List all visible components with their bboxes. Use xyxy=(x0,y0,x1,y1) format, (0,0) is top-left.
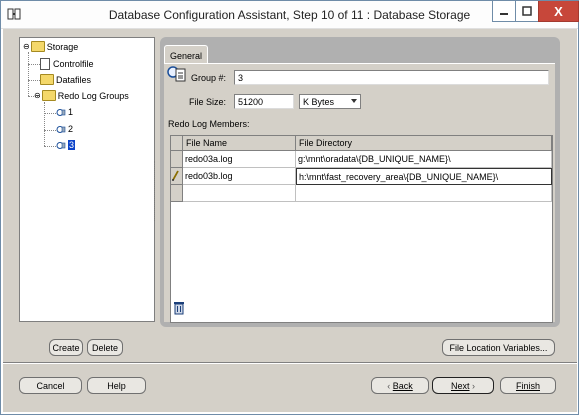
column-header-file-directory[interactable]: File Directory xyxy=(296,136,552,151)
tree-node-group-3[interactable]: 3 xyxy=(56,140,76,150)
create-button[interactable]: Create xyxy=(49,339,83,356)
row-header[interactable] xyxy=(171,151,183,168)
back-arrow-icon: ‹ xyxy=(387,381,391,391)
tree-connector xyxy=(28,52,29,96)
dialog-content: ⊖ Storage Controlfile Datafiles ⊖ Redo L… xyxy=(3,29,577,412)
tree-node-label: 2 xyxy=(68,124,74,134)
maximize-icon xyxy=(522,6,532,16)
file-size-field[interactable]: 51200 xyxy=(234,94,294,109)
collapse-icon[interactable]: ⊖ xyxy=(23,42,30,51)
folder-icon xyxy=(41,90,56,101)
row-header[interactable] xyxy=(171,185,183,202)
tree-connector xyxy=(44,130,56,131)
minimize-icon xyxy=(500,13,508,15)
tree-node-redo-log-groups[interactable]: ⊖ Redo Log Groups xyxy=(34,90,129,101)
table-corner xyxy=(171,136,183,151)
folder-icon xyxy=(30,41,45,52)
table-cell-file-name[interactable]: redo03a.log xyxy=(183,151,296,168)
close-icon: X xyxy=(554,3,563,19)
tree-node-label: Redo Log Groups xyxy=(57,90,129,101)
table-cell-file-name[interactable]: redo03b.log xyxy=(183,168,296,185)
tree-connector xyxy=(28,64,40,65)
redo-log-icon xyxy=(56,141,66,149)
column-header-file-name[interactable]: File Name xyxy=(183,136,296,151)
group-number-label: Group #: xyxy=(191,73,227,83)
tree-node-datafiles[interactable]: Datafiles xyxy=(40,74,91,85)
tree-node-label: Storage xyxy=(46,41,79,52)
edit-pencil-icon xyxy=(172,170,179,181)
tree-node-storage[interactable]: ⊖ Storage xyxy=(23,41,78,52)
row-header[interactable] xyxy=(171,168,183,185)
controlfile-icon xyxy=(40,58,50,70)
redo-log-members-table[interactable]: File Name File Directory redo03a.log g:\… xyxy=(170,135,553,323)
dialog-window: Database Configuration Assistant, Step 1… xyxy=(0,0,579,415)
chevron-down-icon xyxy=(351,99,357,103)
redo-log-members-label: Redo Log Members: xyxy=(168,119,250,129)
help-button[interactable]: Help xyxy=(87,377,146,394)
delete-button[interactable]: Delete xyxy=(87,339,123,356)
trash-icon[interactable] xyxy=(173,301,185,315)
tree-connector xyxy=(44,102,45,146)
collapse-icon[interactable]: ⊖ xyxy=(34,91,41,100)
tree-node-group-1[interactable]: 1 xyxy=(56,107,73,117)
maximize-button[interactable] xyxy=(515,1,539,22)
redo-group-icon xyxy=(167,66,186,82)
table-cell-directory[interactable] xyxy=(296,185,552,202)
title-bar: Database Configuration Assistant, Step 1… xyxy=(1,1,579,29)
tree-node-label: 3 xyxy=(68,140,76,150)
tree-node-controlfile[interactable]: Controlfile xyxy=(40,58,94,70)
tree-connector xyxy=(28,80,40,81)
minimize-button[interactable] xyxy=(492,1,516,22)
tree-connector xyxy=(44,113,56,114)
file-location-variables-button[interactable]: File Location Variables... xyxy=(442,339,555,356)
back-label: Back xyxy=(392,381,413,391)
table-cell-directory[interactable]: g:\mnt\oradata\{DB_UNIQUE_NAME}\ xyxy=(296,151,552,168)
tree-node-label: Datafiles xyxy=(56,74,92,85)
table-cell-file-name[interactable] xyxy=(183,185,296,202)
cancel-button[interactable]: Cancel xyxy=(19,377,82,394)
file-size-label: File Size: xyxy=(189,97,227,107)
redo-log-icon xyxy=(56,108,66,116)
tree-node-label: Controlfile xyxy=(53,59,94,69)
redo-log-icon xyxy=(56,125,66,133)
file-size-unit-select[interactable]: K Bytes xyxy=(299,94,361,109)
back-button[interactable]: ‹ Back xyxy=(371,377,429,394)
unit-select-value: K Bytes xyxy=(303,97,335,107)
finish-button[interactable]: Finish xyxy=(500,377,556,394)
next-label: Next xyxy=(450,381,470,391)
close-button[interactable]: X xyxy=(538,1,579,22)
tree-node-label: 1 xyxy=(68,107,74,117)
finish-label: Finish xyxy=(515,381,540,391)
tree-connector xyxy=(44,146,56,147)
storage-tree[interactable]: ⊖ Storage Controlfile Datafiles ⊖ Redo L… xyxy=(19,37,155,322)
next-arrow-icon: › xyxy=(472,381,476,391)
folder-icon xyxy=(40,74,54,85)
separator xyxy=(3,362,577,364)
splitter-handle[interactable] xyxy=(154,161,158,221)
group-number-field[interactable]: 3 xyxy=(234,70,549,85)
table-cell-directory-editing[interactable]: h:\mnt\fast_recovery_area\{DB_UNIQUE_NAM… xyxy=(296,168,552,185)
tree-node-group-2[interactable]: 2 xyxy=(56,124,73,134)
tab-general[interactable]: General xyxy=(164,45,208,63)
next-button[interactable]: Next › xyxy=(432,377,494,394)
